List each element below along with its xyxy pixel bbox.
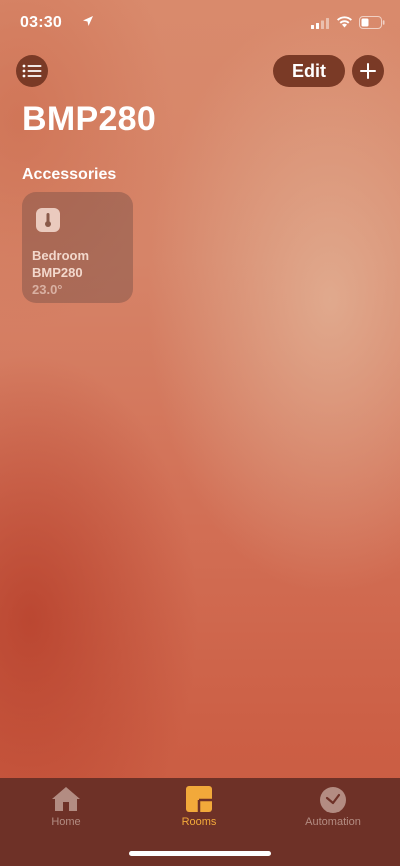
accessory-value: 23.0°	[32, 282, 63, 297]
tab-automation-label: Automation	[305, 816, 361, 828]
menu-button[interactable]	[16, 55, 48, 87]
location-arrow-icon	[83, 16, 93, 26]
home-indicator[interactable]	[129, 851, 271, 856]
accessory-tile[interactable]: Bedroom BMP280 23.0°	[22, 192, 133, 303]
tab-rooms[interactable]: Rooms	[149, 786, 249, 828]
edit-button[interactable]: Edit	[273, 55, 345, 87]
section-label-accessories: Accessories	[22, 166, 117, 183]
add-button[interactable]	[352, 55, 384, 87]
battery-icon	[359, 16, 385, 29]
list-icon	[22, 64, 42, 78]
status-bar: 03:30	[0, 0, 400, 46]
clock-check-icon	[320, 787, 346, 813]
tab-home-label: Home	[51, 816, 81, 828]
status-time: 03:30	[20, 14, 62, 31]
wifi-icon	[337, 16, 352, 28]
rooms-icon	[186, 786, 212, 812]
tab-home[interactable]: Home	[16, 786, 116, 828]
accessory-room: Bedroom	[32, 248, 90, 263]
tab-rooms-label: Rooms	[181, 816, 217, 828]
home-icon	[52, 787, 80, 811]
tab-automation[interactable]: Automation	[283, 786, 383, 828]
plus-icon	[360, 63, 376, 79]
accessory-name: BMP280	[32, 265, 83, 280]
page-title: BMP280	[22, 100, 157, 138]
cellular-signal-icon	[311, 18, 329, 29]
thermometer-icon	[36, 208, 60, 232]
